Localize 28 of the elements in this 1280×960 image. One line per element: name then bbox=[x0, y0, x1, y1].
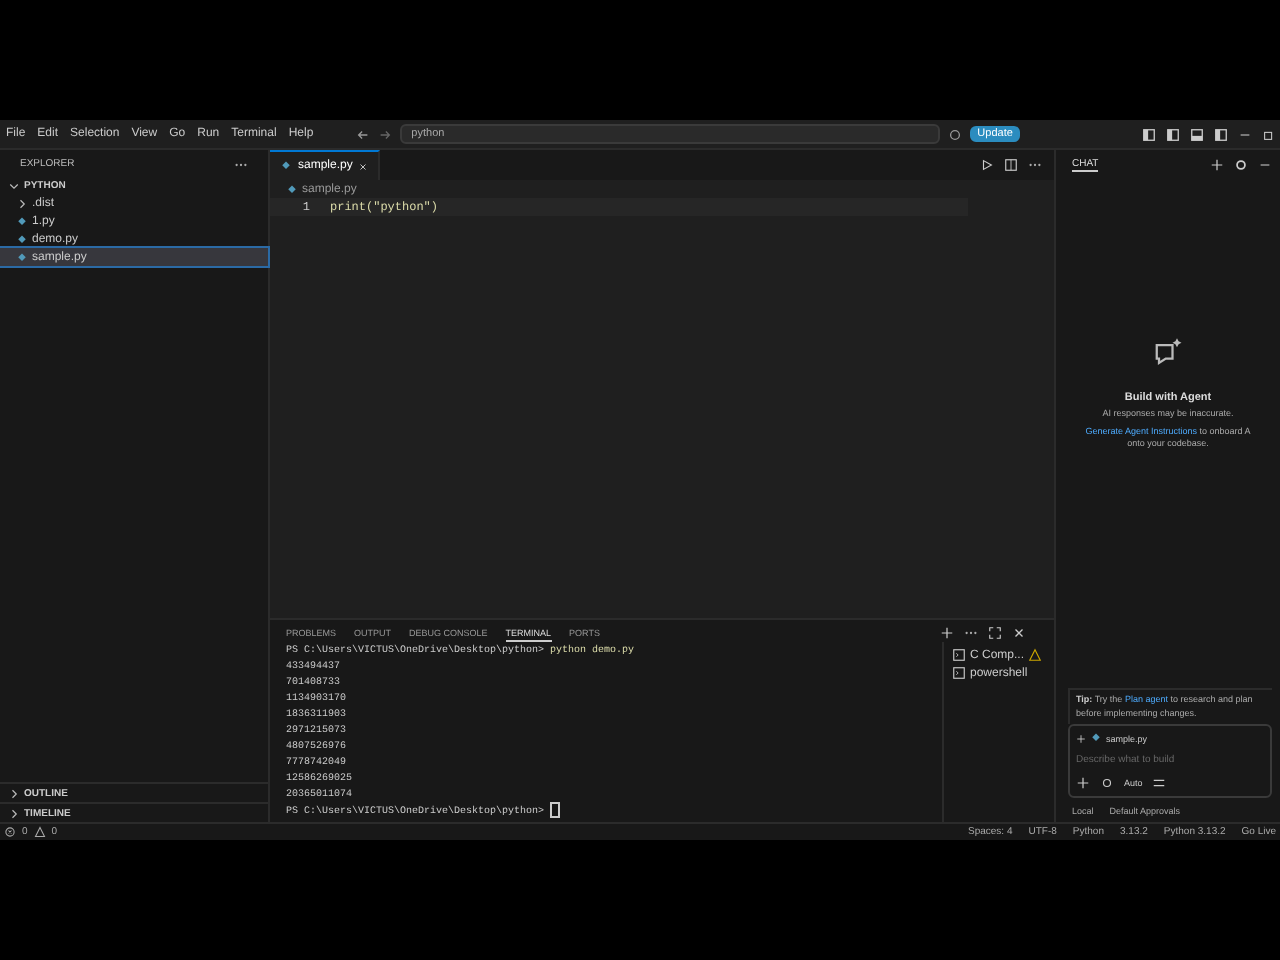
secondary-sidebar-icon bbox=[1214, 127, 1228, 141]
add-icon bbox=[1076, 733, 1086, 743]
more-icon bbox=[964, 626, 978, 640]
terminal-icon bbox=[952, 648, 966, 662]
run-icon bbox=[980, 158, 994, 172]
chevron-down-icon bbox=[8, 179, 20, 191]
add-icon bbox=[1210, 158, 1224, 172]
sidebar-toggle-icon bbox=[1166, 127, 1180, 141]
more-icon bbox=[1028, 158, 1042, 172]
close-icon bbox=[1012, 626, 1026, 640]
error-icon bbox=[4, 826, 16, 838]
warning-icon bbox=[33, 826, 46, 838]
restore-icon bbox=[1262, 127, 1276, 141]
layout-icon bbox=[1142, 127, 1156, 141]
add-icon bbox=[1076, 776, 1090, 790]
add-icon bbox=[940, 626, 954, 640]
warning-icon bbox=[1028, 648, 1043, 662]
maximize-icon bbox=[988, 626, 1002, 640]
back-arrow-icon bbox=[355, 127, 370, 141]
split-editor-icon bbox=[1004, 158, 1018, 172]
forward-arrow-icon bbox=[377, 127, 392, 141]
more-icon bbox=[234, 158, 248, 172]
close-icon bbox=[358, 161, 369, 171]
minimize-icon bbox=[1258, 158, 1272, 172]
chevron-right-icon bbox=[16, 197, 28, 209]
terminal-icon bbox=[952, 666, 966, 680]
panel-toggle-icon bbox=[1190, 127, 1204, 141]
python-file-icon bbox=[1090, 732, 1102, 744]
